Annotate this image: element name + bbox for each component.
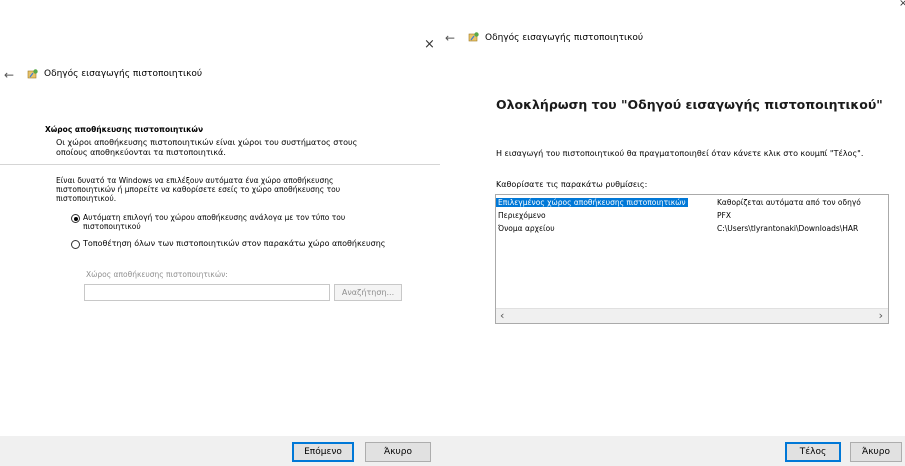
horizontal-scrollbar[interactable]: ‹ ›: [496, 308, 888, 323]
right-cancel-button[interactable]: Άκυρο: [850, 442, 902, 462]
settings-label: Καθορίσατε τις παρακάτω ρυθμίσεις:: [496, 180, 648, 189]
browse-button[interactable]: Αναζήτηση...: [334, 284, 402, 301]
left-cancel-button[interactable]: Άκυρο: [365, 442, 431, 462]
next-button[interactable]: Επόμενο: [292, 442, 354, 462]
radio-manual-label[interactable]: Τοποθέτηση όλων των πιστοποιητικών στον …: [83, 239, 385, 248]
list-item[interactable]: Επιλεγμένος χώρος αποθήκευσης πιστοποιητ…: [496, 198, 888, 209]
certificate-wizard-icon: [27, 69, 38, 79]
right-close-icon[interactable]: ×: [899, 0, 905, 9]
right-header-title: Οδηγός εισαγωγής πιστοποιητικού: [485, 33, 644, 43]
list-item-name: Όνομα αρχείου: [498, 224, 555, 233]
back-arrow-icon[interactable]: ←: [4, 68, 14, 82]
completion-title: Ολοκλήρωση του "Οδηγού εισαγωγής πιστοπο…: [496, 97, 883, 112]
completion-info-text: Η εισαγωγή του πιστοποιητικού θα πραγματ…: [496, 149, 864, 158]
finish-button[interactable]: Τέλος: [785, 442, 841, 462]
body-text-line1: Είναι δυνατό τα Windows να επιλέξουν αυτ…: [56, 176, 334, 185]
settings-list[interactable]: Επιλεγμένος χώρος αποθήκευσης πιστοποιητ…: [495, 194, 889, 324]
radio-manual-store[interactable]: [71, 240, 80, 249]
list-item-value: C:\Users\tlyrantonaki\Downloads\HAR: [717, 224, 859, 233]
radio-auto-label-line2[interactable]: πιστοποιητικού: [83, 222, 141, 231]
right-certificate-wizard-icon: [468, 32, 479, 42]
header-divider: [0, 164, 440, 165]
radio-auto-select[interactable]: [71, 214, 80, 223]
left-wizard-window: ← Οδηγός εισαγωγής πιστοποιητικού Χώρος …: [0, 0, 440, 466]
right-back-arrow-icon[interactable]: ←: [445, 31, 455, 45]
store-field-input[interactable]: [84, 284, 330, 301]
radio-auto-label-line1[interactable]: Αυτόματη επιλογή του χώρου αποθήκευσης α…: [83, 213, 345, 222]
store-section-desc-line2: οποίους αποθηκεύονται τα πιστοποιητικά.: [56, 148, 226, 157]
store-section-desc-line1: Οι χώροι αποθήκευσης πιστοποιητικών είνα…: [56, 138, 358, 147]
list-item[interactable]: Περιεχόμενο PFX: [496, 211, 888, 222]
close-icon[interactable]: ×: [424, 37, 435, 52]
scroll-right-icon[interactable]: ›: [879, 309, 883, 322]
scroll-left-icon[interactable]: ‹: [500, 309, 504, 322]
left-header-title: Οδηγός εισαγωγής πιστοποιητικού: [44, 69, 203, 79]
list-item-name: Περιεχόμενο: [498, 211, 546, 220]
list-item-value: PFX: [717, 211, 731, 220]
body-text-line3: πιστοποιητικού.: [56, 194, 117, 203]
body-text-line2: πιστοποιητικών ή μπορείτε να καθορίσετε …: [56, 185, 341, 194]
store-field-label: Χώρος αποθήκευσης πιστοποιητικών:: [86, 270, 228, 279]
list-item-name: Επιλεγμένος χώρος αποθήκευσης πιστοποιητ…: [496, 198, 688, 207]
list-item-value: Καθορίζεται αυτόματα από τον οδηγό: [717, 198, 861, 207]
store-section-title: Χώρος αποθήκευσης πιστοποιητικών: [45, 125, 204, 134]
list-item[interactable]: Όνομα αρχείου C:\Users\tlyrantonaki\Down…: [496, 224, 888, 235]
